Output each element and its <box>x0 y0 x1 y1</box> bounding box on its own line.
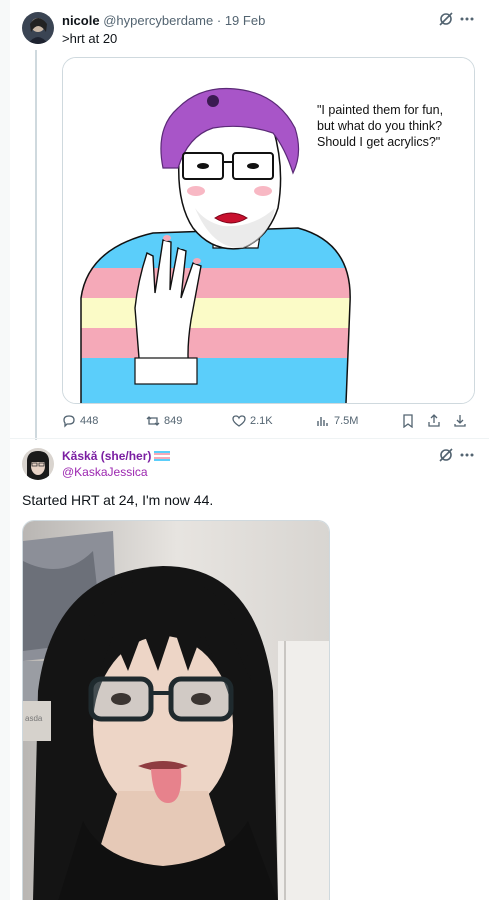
user-handle[interactable]: @hypercyberdame <box>103 13 213 28</box>
tweet-text: Started HRT at 24, I'm now 44. <box>22 492 214 508</box>
repost-icon <box>146 416 160 426</box>
trans-flag-icon <box>154 451 171 461</box>
tweet-header: nicole @hypercyberdame · 19 Feb <box>62 13 265 28</box>
view-count: 7.5M <box>334 415 359 427</box>
image-caption: "I painted them for fun, but what do you… <box>317 103 444 149</box>
background-sign-text: asda <box>25 714 43 723</box>
like-count: 2.1K <box>250 415 273 427</box>
tweet-thread-line <box>35 50 37 440</box>
heart-icon <box>232 415 246 427</box>
reply-icon <box>63 415 75 428</box>
tweet-text: >hrt at 20 <box>62 31 118 46</box>
views-button[interactable]: 7.5M <box>316 414 358 428</box>
reply-button[interactable]: 448 <box>62 414 98 428</box>
tweet-media[interactable]: "I painted them for fun, but what do you… <box>62 57 475 404</box>
like-button[interactable]: 2.1K <box>232 414 273 428</box>
share-icon[interactable] <box>426 413 442 429</box>
avatar[interactable] <box>22 12 54 44</box>
tweet-media[interactable]: asda <box>22 520 330 900</box>
repost-button[interactable]: 849 <box>146 414 182 428</box>
display-name[interactable]: nicole <box>62 13 100 28</box>
tweet-header: Kăskă (she/her) <box>62 449 171 463</box>
more-icon[interactable] <box>459 447 475 463</box>
grok-icon[interactable] <box>438 11 454 27</box>
selfie-photo: asda <box>23 521 329 900</box>
display-name[interactable]: Kăskă (she/her) <box>62 449 151 463</box>
download-icon[interactable] <box>452 413 468 429</box>
bookmark-icon[interactable] <box>400 413 416 429</box>
user-handle[interactable]: @KaskaJessica <box>62 465 148 479</box>
views-icon <box>317 417 328 426</box>
repost-count: 849 <box>164 415 183 427</box>
more-icon[interactable] <box>459 11 475 27</box>
tweet-divider <box>10 438 489 439</box>
timeline: nicole @hypercyberdame · 19 Feb >hrt at … <box>10 0 489 900</box>
grok-icon[interactable] <box>438 447 454 463</box>
header-separator: · <box>216 13 222 28</box>
avatar[interactable] <box>22 448 54 480</box>
reply-count: 448 <box>80 415 99 427</box>
tweet-date[interactable]: 19 Feb <box>225 13 265 28</box>
